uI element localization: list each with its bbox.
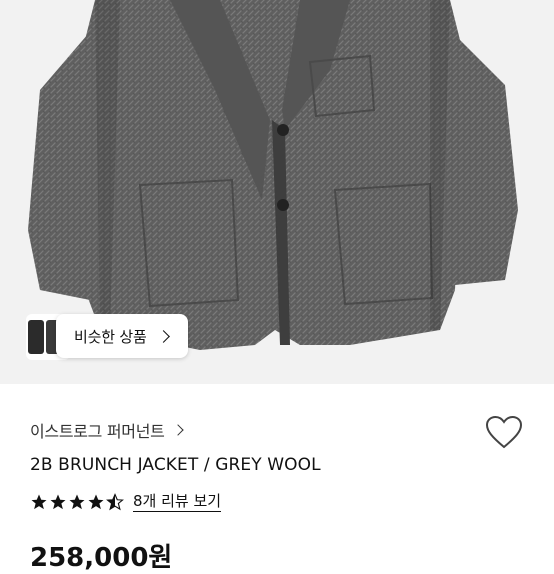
reviews-link[interactable]: 8개 리뷰 보기 — [133, 492, 222, 512]
star-icon — [31, 494, 47, 510]
similar-products-button[interactable]: 비슷한 상품 — [56, 314, 188, 358]
product-image[interactable]: 비슷한 상품 — [0, 0, 554, 384]
star-rating — [30, 493, 125, 511]
star-icon — [69, 494, 85, 510]
chevron-right-icon — [156, 329, 170, 343]
star-icon — [50, 494, 66, 510]
brand-link[interactable]: 이스트로그 퍼머넌트 — [30, 418, 184, 442]
similar-products-label: 비슷한 상품 — [74, 327, 147, 346]
product-price: 258,000원 — [30, 543, 173, 573]
heart-icon[interactable] — [484, 414, 524, 450]
half-star-icon — [106, 493, 124, 511]
chevron-right-icon — [171, 424, 184, 436]
product-title: 2B BRUNCH JACKET / GREY WOOL — [30, 455, 321, 475]
brand-name: 이스트로그 퍼머넌트 — [30, 422, 165, 441]
rating-row: 8개 리뷰 보기 — [30, 492, 222, 512]
similar-thumbnail — [28, 320, 44, 354]
star-icon — [88, 494, 104, 510]
